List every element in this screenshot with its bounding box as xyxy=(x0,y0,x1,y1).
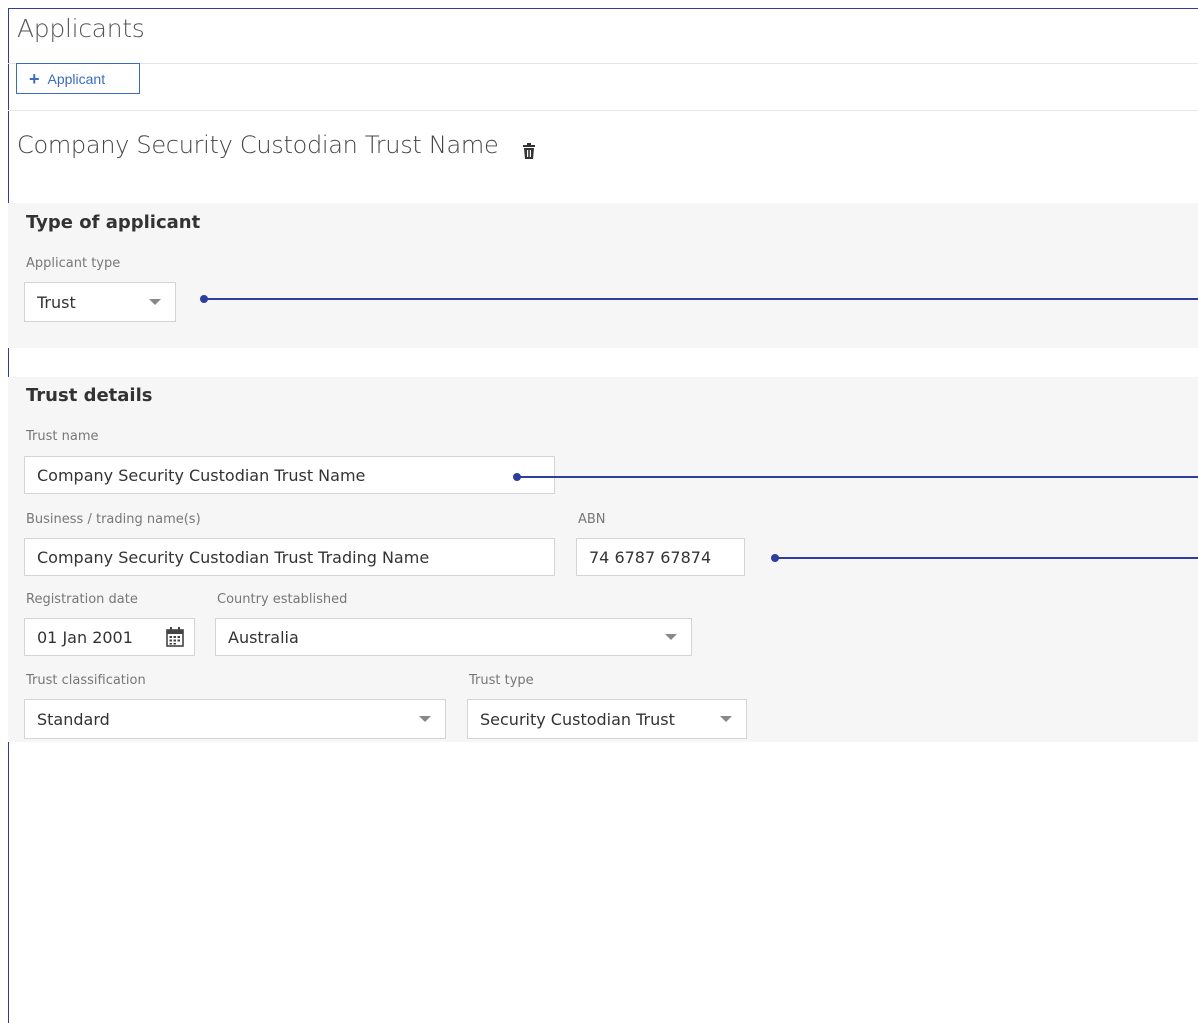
trust-details-heading: Trust details xyxy=(26,385,153,406)
type-of-applicant-heading: Type of applicant xyxy=(26,212,201,233)
trash-icon[interactable] xyxy=(522,143,536,159)
trust-name-value: Company Security Custodian Trust Name xyxy=(37,465,366,485)
trust-classification-label: Trust classification xyxy=(26,673,146,688)
registration-date-value: 01 Jan 2001 xyxy=(37,627,133,647)
trust-classification-value: Standard xyxy=(37,709,110,729)
caret-down-icon xyxy=(720,716,732,722)
annotation-pointer xyxy=(771,554,1198,562)
title-divider xyxy=(8,63,1198,64)
registration-date-label: Registration date xyxy=(26,592,138,607)
caret-down-icon xyxy=(419,716,431,722)
trust-classification-select[interactable]: Standard xyxy=(24,699,446,739)
plus-icon: + xyxy=(29,68,40,89)
trading-name-input[interactable]: Company Security Custodian Trust Trading… xyxy=(24,538,555,576)
add-applicant-label: Applicant xyxy=(47,70,106,87)
trust-type-select[interactable]: Security Custodian Trust xyxy=(467,699,747,739)
country-established-value: Australia xyxy=(228,627,299,647)
toolbar-divider xyxy=(8,110,1198,111)
registration-date-input[interactable]: 01 Jan 2001 xyxy=(24,618,195,656)
applicant-type-label: Applicant type xyxy=(26,256,121,271)
abn-label: ABN xyxy=(578,512,606,527)
page-title: Applicants xyxy=(17,14,145,43)
country-established-label: Country established xyxy=(217,592,348,607)
trust-type-value: Security Custodian Trust xyxy=(480,709,675,729)
applicant-type-value: Trust xyxy=(37,292,76,312)
applicant-name-heading: Company Security Custodian Trust Name xyxy=(17,131,499,159)
trust-type-label: Trust type xyxy=(469,673,534,688)
trust-name-input[interactable]: Company Security Custodian Trust Name xyxy=(24,456,555,494)
caret-down-icon xyxy=(149,299,161,305)
trust-name-label: Trust name xyxy=(26,429,99,444)
trading-name-label: Business / trading name(s) xyxy=(26,512,201,527)
country-established-select[interactable]: Australia xyxy=(215,618,692,656)
annotation-pointer xyxy=(513,473,1198,481)
calendar-icon[interactable] xyxy=(166,627,184,647)
trading-name-value: Company Security Custodian Trust Trading… xyxy=(37,547,430,567)
applicant-type-select[interactable]: Trust xyxy=(24,282,176,322)
caret-down-icon xyxy=(665,634,677,640)
annotation-pointer xyxy=(200,295,1198,303)
abn-input[interactable]: 74 6787 67874 xyxy=(576,538,745,576)
add-applicant-button[interactable]: + Applicant xyxy=(16,63,140,94)
abn-value: 74 6787 67874 xyxy=(589,547,712,567)
